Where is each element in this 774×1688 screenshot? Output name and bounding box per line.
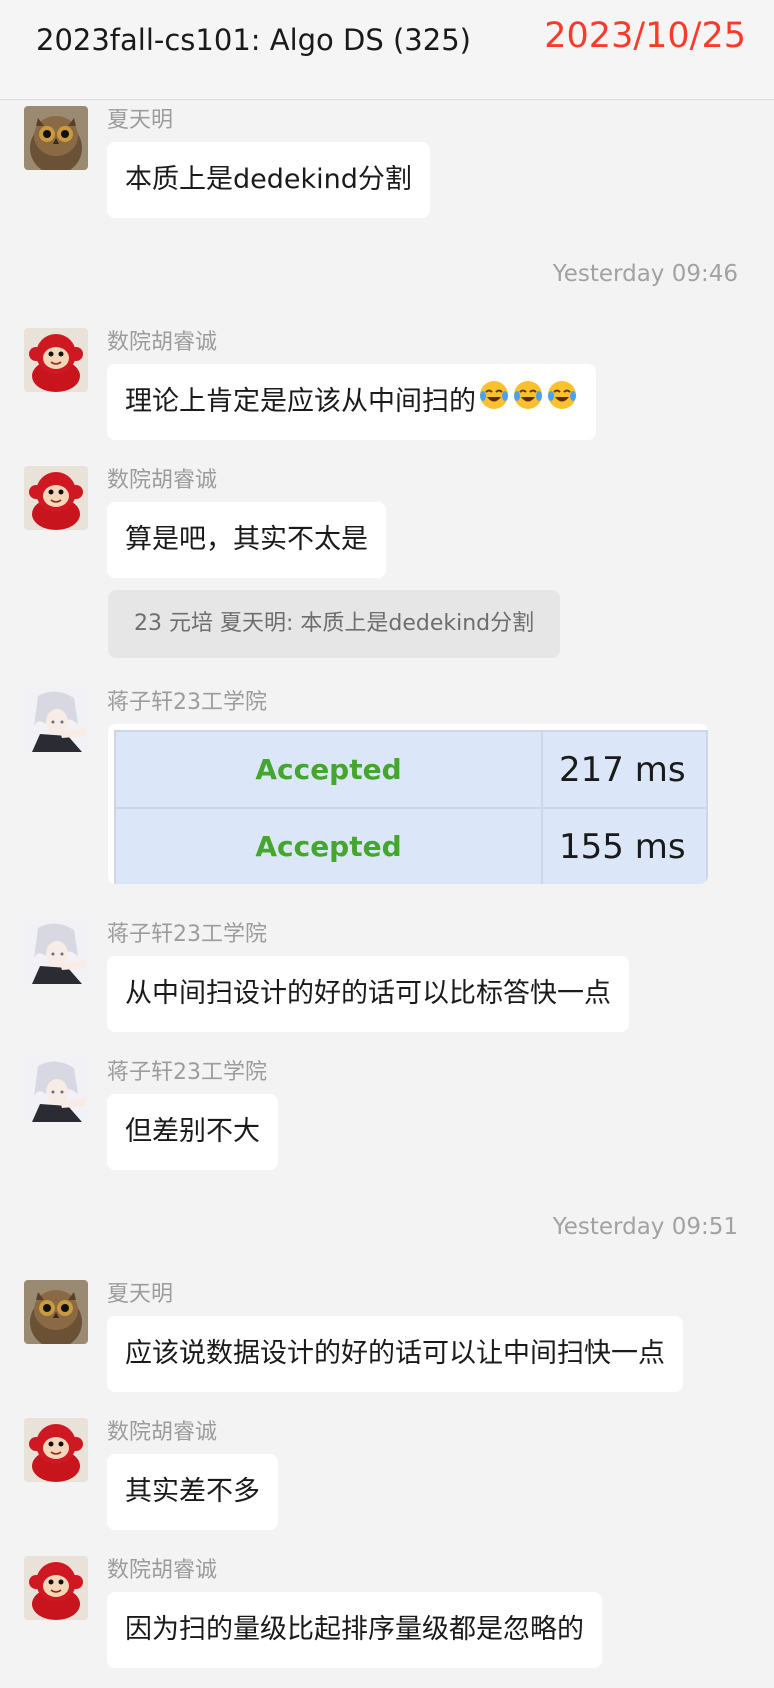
message-text: 理论上肯定是应该从中间扫的 bbox=[125, 386, 476, 417]
message-text: 应该说数据设计的好的话可以让中间扫快一点 bbox=[125, 1338, 665, 1369]
message-text: 但差别不大 bbox=[125, 1116, 260, 1147]
message-bubble[interactable]: 其实差不多 bbox=[107, 1454, 278, 1530]
sender-name: 蒋子轩23工学院 bbox=[107, 1060, 267, 1085]
message-text: 因为扫的量级比起排序量级都是忽略的 bbox=[125, 1614, 584, 1645]
sender-name: 数院胡睿诚 bbox=[107, 1558, 218, 1583]
laughing-crying-emoji bbox=[512, 365, 544, 441]
message-bubble[interactable]: 本质上是dedekind分割 bbox=[107, 142, 430, 218]
monkey-avatar[interactable] bbox=[24, 1418, 88, 1482]
laughing-crying-emoji bbox=[478, 365, 510, 441]
message-bubble[interactable]: 算是吧，其实不太是 bbox=[107, 502, 386, 578]
result-table: Accepted 217 ms Accepted 155 ms bbox=[114, 730, 708, 884]
anime-avatar[interactable] bbox=[24, 1058, 88, 1122]
anime-avatar[interactable] bbox=[24, 688, 88, 752]
monkey-avatar[interactable] bbox=[24, 1556, 88, 1620]
quoted-message[interactable]: 23 元培 夏天明: 本质上是dedekind分割 bbox=[108, 590, 561, 658]
timestamp: Yesterday 09:51 bbox=[552, 1214, 738, 1240]
message-bubble[interactable]: 从中间扫设计的好的话可以比标答快一点 bbox=[107, 956, 629, 1032]
message-text: 从中间扫设计的好的话可以比标答快一点 bbox=[125, 978, 611, 1009]
sender-name: 数院胡睿诚 bbox=[107, 1420, 218, 1445]
message-bubble[interactable]: 理论上肯定是应该从中间扫的 bbox=[107, 364, 596, 440]
monkey-avatar[interactable] bbox=[24, 466, 88, 530]
table-row: Accepted 217 ms bbox=[114, 730, 708, 809]
sender-name: 数院胡睿诚 bbox=[107, 468, 218, 493]
sender-name: 数院胡睿诚 bbox=[107, 330, 218, 355]
chat-header: 2023fall-cs101: Algo DS (325) 2023/10/25 bbox=[0, 0, 774, 100]
message-text: 算是吧，其实不太是 bbox=[125, 524, 368, 555]
monkey-avatar[interactable] bbox=[24, 328, 88, 392]
timestamp: Yesterday 09:46 bbox=[552, 261, 738, 287]
message-bubble[interactable]: 因为扫的量级比起排序量级都是忽略的 bbox=[107, 1592, 602, 1668]
sender-name: 蒋子轩23工学院 bbox=[107, 922, 267, 947]
laughing-crying-emoji bbox=[546, 365, 578, 441]
sender-name: 夏天明 bbox=[107, 1282, 174, 1307]
table-row: Accepted 155 ms bbox=[114, 807, 708, 884]
chat-title[interactable]: 2023fall-cs101: Algo DS (325) bbox=[36, 20, 471, 60]
sender-name: 蒋子轩23工学院 bbox=[107, 690, 267, 715]
status-cell: Accepted bbox=[114, 807, 543, 884]
time-cell: 217 ms bbox=[541, 730, 708, 809]
image-message[interactable]: Accepted 217 ms Accepted 155 ms bbox=[108, 724, 708, 884]
message-bubble[interactable]: 但差别不大 bbox=[107, 1094, 278, 1170]
sender-name: 夏天明 bbox=[107, 108, 174, 133]
anime-avatar[interactable] bbox=[24, 920, 88, 984]
owl-avatar[interactable] bbox=[24, 1280, 88, 1344]
date-label: 2023/10/25 bbox=[544, 16, 746, 56]
message-text: 本质上是dedekind分割 bbox=[125, 164, 412, 195]
message-text: 其实差不多 bbox=[125, 1476, 260, 1507]
owl-avatar[interactable] bbox=[24, 106, 88, 170]
status-cell: Accepted bbox=[114, 730, 543, 809]
time-cell: 155 ms bbox=[541, 807, 708, 884]
message-bubble[interactable]: 应该说数据设计的好的话可以让中间扫快一点 bbox=[107, 1316, 683, 1392]
